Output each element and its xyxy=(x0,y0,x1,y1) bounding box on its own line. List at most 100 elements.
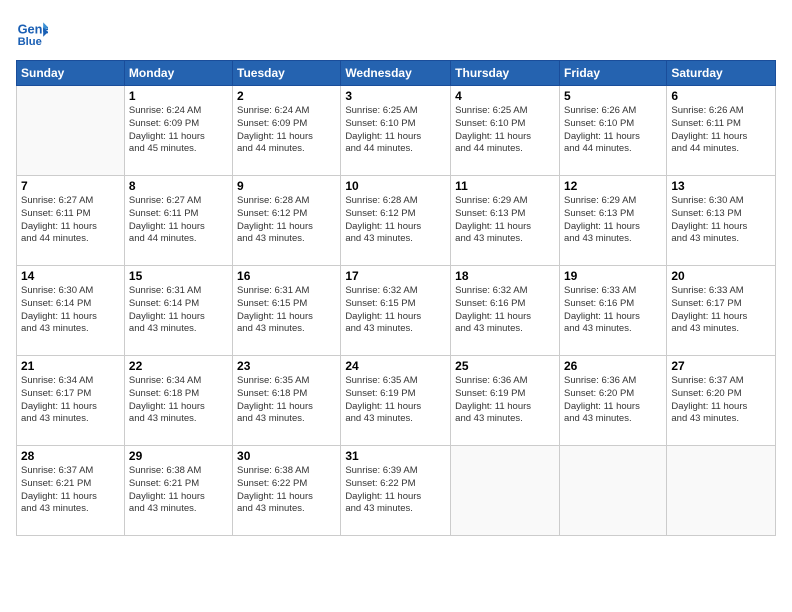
day-info: Sunrise: 6:34 AM Sunset: 6:18 PM Dayligh… xyxy=(129,375,228,426)
day-number: 13 xyxy=(671,179,771,193)
day-number: 26 xyxy=(564,359,662,373)
day-number: 30 xyxy=(237,449,336,463)
calendar-day-cell: 18Sunrise: 6:32 AM Sunset: 6:16 PM Dayli… xyxy=(451,266,560,356)
logo: General Blue xyxy=(16,16,52,48)
day-info: Sunrise: 6:35 AM Sunset: 6:18 PM Dayligh… xyxy=(237,375,336,426)
logo-icon: General Blue xyxy=(16,16,48,48)
calendar-header-row: SundayMondayTuesdayWednesdayThursdayFrid… xyxy=(17,61,776,86)
day-of-week-header: Saturday xyxy=(667,61,776,86)
day-info: Sunrise: 6:37 AM Sunset: 6:20 PM Dayligh… xyxy=(671,375,771,426)
day-of-week-header: Tuesday xyxy=(233,61,341,86)
day-number: 22 xyxy=(129,359,228,373)
day-info: Sunrise: 6:27 AM Sunset: 6:11 PM Dayligh… xyxy=(129,195,228,246)
calendar-week-row: 7 Sunrise: 6:27 AM Sunset: 6:11 PM Daylig… xyxy=(17,176,776,266)
calendar-day-cell: 9 Sunrise: 6:28 AM Sunset: 6:12 PM Daylig… xyxy=(233,176,341,266)
day-info: Sunrise: 6:29 AM Sunset: 6:13 PM Dayligh… xyxy=(564,195,662,246)
day-info: Sunrise: 6:38 AM Sunset: 6:21 PM Dayligh… xyxy=(129,465,228,516)
day-number: 2 xyxy=(237,89,336,103)
day-info: Sunrise: 6:30 AM Sunset: 6:13 PM Dayligh… xyxy=(671,195,771,246)
day-info: Sunrise: 6:32 AM Sunset: 6:15 PM Dayligh… xyxy=(345,285,446,336)
day-info: Sunrise: 6:30 AM Sunset: 6:14 PM Dayligh… xyxy=(21,285,120,336)
day-info: Sunrise: 6:24 AM Sunset: 6:09 PM Dayligh… xyxy=(129,105,228,156)
day-info: Sunrise: 6:26 AM Sunset: 6:11 PM Dayligh… xyxy=(671,105,771,156)
day-number: 25 xyxy=(455,359,555,373)
page-header: General Blue xyxy=(16,16,776,48)
day-info: Sunrise: 6:33 AM Sunset: 6:16 PM Dayligh… xyxy=(564,285,662,336)
day-number: 7 xyxy=(21,179,120,193)
calendar-week-row: 21Sunrise: 6:34 AM Sunset: 6:17 PM Dayli… xyxy=(17,356,776,446)
day-number: 28 xyxy=(21,449,120,463)
day-info: Sunrise: 6:26 AM Sunset: 6:10 PM Dayligh… xyxy=(564,105,662,156)
calendar-day-cell: 7 Sunrise: 6:27 AM Sunset: 6:11 PM Daylig… xyxy=(17,176,125,266)
day-of-week-header: Friday xyxy=(559,61,666,86)
calendar-day-cell: 5 Sunrise: 6:26 AM Sunset: 6:10 PM Daylig… xyxy=(559,86,666,176)
day-info: Sunrise: 6:27 AM Sunset: 6:11 PM Dayligh… xyxy=(21,195,120,246)
day-info: Sunrise: 6:37 AM Sunset: 6:21 PM Dayligh… xyxy=(21,465,120,516)
calendar-day-cell: 16 Sunrise: 6:31 AM Sunset: 6:15 PM Dayli… xyxy=(233,266,341,356)
day-info: Sunrise: 6:39 AM Sunset: 6:22 PM Dayligh… xyxy=(345,465,446,516)
day-number: 14 xyxy=(21,269,120,283)
calendar-day-cell: 19Sunrise: 6:33 AM Sunset: 6:16 PM Dayli… xyxy=(559,266,666,356)
day-number: 17 xyxy=(345,269,446,283)
calendar-day-cell: 1 Sunrise: 6:24 AM Sunset: 6:09 PM Daylig… xyxy=(124,86,232,176)
calendar-day-cell: 3 Sunrise: 6:25 AM Sunset: 6:10 PM Daylig… xyxy=(341,86,451,176)
page-container: General Blue SundayMondayTuesdayWednesda… xyxy=(0,0,792,612)
day-info: Sunrise: 6:34 AM Sunset: 6:17 PM Dayligh… xyxy=(21,375,120,426)
day-info: Sunrise: 6:28 AM Sunset: 6:12 PM Dayligh… xyxy=(237,195,336,246)
day-of-week-header: Wednesday xyxy=(341,61,451,86)
calendar-day-cell: 25 Sunrise: 6:36 AM Sunset: 6:19 PM Dayli… xyxy=(451,356,560,446)
calendar-day-cell: 31 Sunrise: 6:39 AM Sunset: 6:22 PM Dayli… xyxy=(341,446,451,536)
day-number: 16 xyxy=(237,269,336,283)
day-number: 11 xyxy=(455,179,555,193)
calendar-day-cell: 13 Sunrise: 6:30 AM Sunset: 6:13 PM Dayli… xyxy=(667,176,776,266)
day-number: 3 xyxy=(345,89,446,103)
calendar-day-cell: 28 Sunrise: 6:37 AM Sunset: 6:21 PM Dayli… xyxy=(17,446,125,536)
calendar-day-cell: 22 Sunrise: 6:34 AM Sunset: 6:18 PM Dayli… xyxy=(124,356,232,446)
calendar-day-cell: 14 Sunrise: 6:30 AM Sunset: 6:14 PM Dayli… xyxy=(17,266,125,356)
day-number: 8 xyxy=(129,179,228,193)
day-info: Sunrise: 6:36 AM Sunset: 6:19 PM Dayligh… xyxy=(455,375,555,426)
calendar-table: SundayMondayTuesdayWednesdayThursdayFrid… xyxy=(16,60,776,536)
calendar-day-cell: 10 Sunrise: 6:28 AM Sunset: 6:12 PM Dayli… xyxy=(341,176,451,266)
day-number: 1 xyxy=(129,89,228,103)
day-number: 23 xyxy=(237,359,336,373)
day-info: Sunrise: 6:29 AM Sunset: 6:13 PM Dayligh… xyxy=(455,195,555,246)
calendar-day-cell: 20 Sunrise: 6:33 AM Sunset: 6:17 PM Dayli… xyxy=(667,266,776,356)
day-info: Sunrise: 6:24 AM Sunset: 6:09 PM Dayligh… xyxy=(237,105,336,156)
day-number: 12 xyxy=(564,179,662,193)
day-number: 4 xyxy=(455,89,555,103)
calendar-day-cell: 12 Sunrise: 6:29 AM Sunset: 6:13 PM Dayli… xyxy=(559,176,666,266)
calendar-week-row: 28 Sunrise: 6:37 AM Sunset: 6:21 PM Dayli… xyxy=(17,446,776,536)
day-of-week-header: Sunday xyxy=(17,61,125,86)
day-info: Sunrise: 6:31 AM Sunset: 6:15 PM Dayligh… xyxy=(237,285,336,336)
day-info: Sunrise: 6:33 AM Sunset: 6:17 PM Dayligh… xyxy=(671,285,771,336)
day-number: 24 xyxy=(345,359,446,373)
calendar-day-cell: 6Sunrise: 6:26 AM Sunset: 6:11 PM Daylig… xyxy=(667,86,776,176)
calendar-day-cell: 4Sunrise: 6:25 AM Sunset: 6:10 PM Daylig… xyxy=(451,86,560,176)
day-info: Sunrise: 6:36 AM Sunset: 6:20 PM Dayligh… xyxy=(564,375,662,426)
calendar-day-cell: 24 Sunrise: 6:35 AM Sunset: 6:19 PM Dayli… xyxy=(341,356,451,446)
calendar-day-cell xyxy=(451,446,560,536)
calendar-day-cell: 2 Sunrise: 6:24 AM Sunset: 6:09 PM Daylig… xyxy=(233,86,341,176)
day-number: 5 xyxy=(564,89,662,103)
day-number: 31 xyxy=(345,449,446,463)
day-number: 29 xyxy=(129,449,228,463)
day-number: 20 xyxy=(671,269,771,283)
day-info: Sunrise: 6:25 AM Sunset: 6:10 PM Dayligh… xyxy=(345,105,446,156)
day-info: Sunrise: 6:38 AM Sunset: 6:22 PM Dayligh… xyxy=(237,465,336,516)
calendar-week-row: 1 Sunrise: 6:24 AM Sunset: 6:09 PM Daylig… xyxy=(17,86,776,176)
day-number: 15 xyxy=(129,269,228,283)
day-info: Sunrise: 6:35 AM Sunset: 6:19 PM Dayligh… xyxy=(345,375,446,426)
day-of-week-header: Monday xyxy=(124,61,232,86)
calendar-day-cell: 21Sunrise: 6:34 AM Sunset: 6:17 PM Dayli… xyxy=(17,356,125,446)
calendar-day-cell: 26 Sunrise: 6:36 AM Sunset: 6:20 PM Dayli… xyxy=(559,356,666,446)
day-number: 10 xyxy=(345,179,446,193)
calendar-day-cell: 29 Sunrise: 6:38 AM Sunset: 6:21 PM Dayli… xyxy=(124,446,232,536)
calendar-day-cell: 23 Sunrise: 6:35 AM Sunset: 6:18 PM Dayli… xyxy=(233,356,341,446)
calendar-day-cell xyxy=(17,86,125,176)
day-number: 9 xyxy=(237,179,336,193)
calendar-day-cell xyxy=(667,446,776,536)
calendar-day-cell: 27Sunrise: 6:37 AM Sunset: 6:20 PM Dayli… xyxy=(667,356,776,446)
day-info: Sunrise: 6:28 AM Sunset: 6:12 PM Dayligh… xyxy=(345,195,446,246)
calendar-day-cell: 15Sunrise: 6:31 AM Sunset: 6:14 PM Dayli… xyxy=(124,266,232,356)
